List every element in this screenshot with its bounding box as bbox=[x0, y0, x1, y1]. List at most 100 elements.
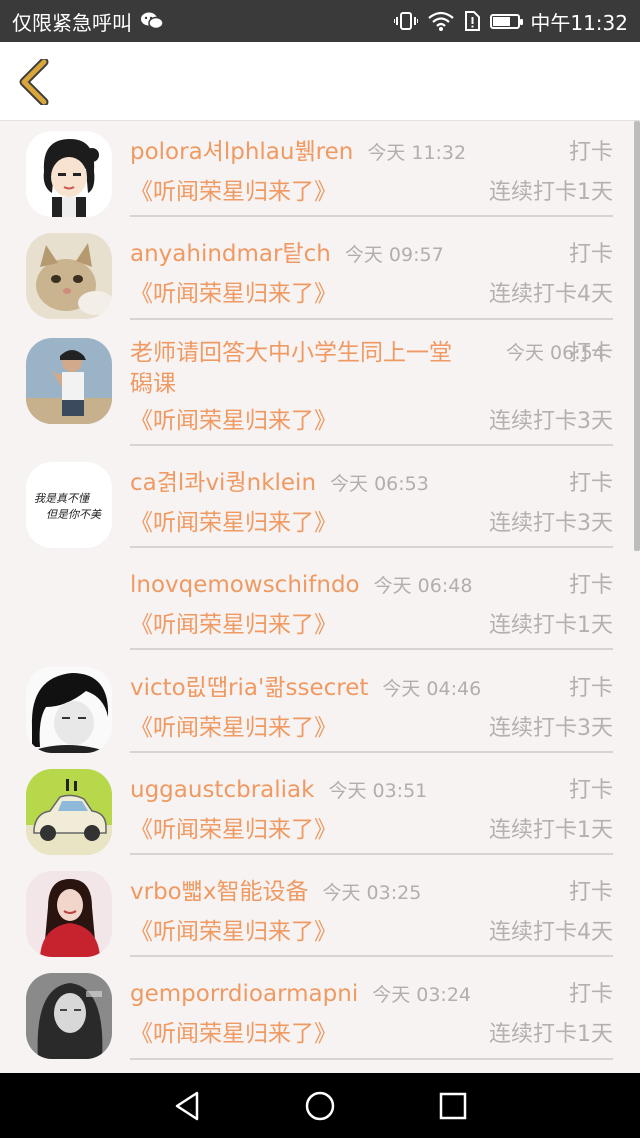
list-item[interactable]: lnovqemowschifndo 今天 06:48 打卡《听闻荣星归来了》 连续打卡… bbox=[0, 554, 640, 656]
record-content: lnovqemowschifndo 今天 06:48 打卡《听闻荣星归来了》 连续打卡… bbox=[130, 554, 613, 651]
triangle-back-icon bbox=[175, 1091, 198, 1120]
album-title[interactable]: 《听闻荣星归来了》 bbox=[130, 508, 337, 539]
record-content: anyahindmar탙ch 今天 09:57 打卡《听闻荣星归来了》 连续打卡4天 bbox=[130, 223, 613, 320]
streak-count: 连续打卡1天 bbox=[489, 817, 613, 843]
vibrate-icon bbox=[394, 10, 419, 32]
checkin-time: 今天 03:24 bbox=[372, 984, 471, 1007]
checkin-time: 今天 03:25 bbox=[322, 882, 422, 905]
list-item[interactable]: 老师请回答大中小学生同上一堂磶课 今天 06:54 打卡《听闻荣星归来了》 连续打卡3… bbox=[0, 326, 640, 452]
user-name-text: uggaustcbraliak bbox=[130, 776, 315, 803]
streak-count: 连续打卡1天 bbox=[489, 180, 613, 205]
checkin-time: 今天 06:48 bbox=[373, 575, 473, 598]
checkin-time: 今天 11:32 bbox=[367, 142, 467, 164]
checkin-time: 今天 09:57 bbox=[344, 244, 444, 267]
checkin-label: 打卡 bbox=[568, 573, 613, 599]
user-name-text: ca겱l콰vi퀑nklein bbox=[130, 469, 317, 496]
navigation-bar bbox=[0, 1073, 640, 1138]
user-name-text: victo릾땝ria'콺ssecret bbox=[130, 674, 369, 701]
streak-count: 连续打卡1天 bbox=[489, 613, 613, 639]
list-item[interactable]: 我是真不懂但是你不美 ca겱l콰vi퀑nklein 今天 06:53 打卡《听闻荣星归… bbox=[0, 452, 640, 554]
user-name[interactable]: victo릾땝ria'콺ssecret 今天 04:46 bbox=[130, 673, 481, 705]
list-item[interactable]: gemporrdioarmapni 今天 03:24 打卡《听闻荣星归来了》 连续打卡… bbox=[0, 963, 640, 1065]
album-title[interactable]: 《听闻荣星归来了》 bbox=[130, 406, 337, 437]
user-name-text: vrbo뺿x智能设备 bbox=[130, 879, 309, 906]
streak-count: 连续打卡4天 bbox=[489, 920, 613, 946]
checkin-label: 打卡 bbox=[568, 880, 613, 906]
checkin-label: 打卡 bbox=[568, 982, 613, 1008]
list-item[interactable]: vrbo뺿x智能设备 今天 03:25 打卡《听闻荣星归来了》 连续打卡4天 bbox=[0, 861, 640, 963]
streak-count: 连续打卡3天 bbox=[489, 715, 613, 741]
carrier-text: 仅限紧急呼叫 bbox=[12, 10, 132, 35]
checkin-label: 打卡 bbox=[568, 140, 613, 165]
wifi-icon bbox=[428, 10, 455, 32]
user-name[interactable]: polora셔lphlau뷁ren 今天 11:32 bbox=[130, 137, 466, 169]
streak-count: 连续打卡3天 bbox=[489, 510, 613, 536]
user-name[interactable]: vrbo뺿x智能设备 今天 03:25 bbox=[130, 877, 421, 909]
nav-back-button[interactable] bbox=[157, 1081, 217, 1131]
checkin-time: 今天 04:46 bbox=[382, 677, 482, 700]
checkin-label: 打卡 bbox=[568, 675, 613, 701]
checkin-label: 打卡 bbox=[568, 777, 613, 803]
user-name-text: polora셔lphlau뷁ren bbox=[130, 139, 354, 165]
checkin-label: 打卡 bbox=[568, 242, 613, 268]
list-item[interactable]: polora셔lphlau뷁ren 今天 11:32 打卡《听闻荣星归来了》 连续打卡… bbox=[0, 121, 640, 223]
nav-home-button[interactable] bbox=[290, 1081, 350, 1131]
square-recents-icon bbox=[440, 1092, 467, 1119]
user-name[interactable]: uggaustcbraliak 今天 03:51 bbox=[130, 775, 427, 807]
toy-car-avatar[interactable] bbox=[26, 768, 112, 855]
record-content: polora셔lphlau뷁ren 今天 11:32 打卡《听闻荣星归来了》 连续打卡… bbox=[130, 121, 613, 218]
calligraphy-avatar[interactable]: 我是真不懂但是你不美 bbox=[26, 461, 112, 548]
back-button[interactable] bbox=[12, 54, 56, 110]
sim-alert-icon bbox=[464, 10, 481, 32]
back-arrow-icon bbox=[19, 59, 49, 105]
checkin-label: 打卡 bbox=[568, 470, 613, 496]
user-name[interactable]: 老师请回答大中小学生同上一堂磶课 今天 06:54 bbox=[130, 338, 605, 400]
album-title[interactable]: 《听闻荣星归来了》 bbox=[130, 177, 337, 208]
list-item[interactable]: anyahindmar탙ch 今天 09:57 打卡《听闻荣星归来了》 连续打卡4天 bbox=[0, 223, 640, 325]
circle-home-icon bbox=[305, 1091, 335, 1120]
album-title[interactable]: 《听闻荣星归来了》 bbox=[130, 279, 337, 310]
album-title[interactable]: 《听闻荣星归来了》 bbox=[130, 917, 337, 948]
dark-hair-avatar[interactable] bbox=[26, 666, 112, 753]
album-title[interactable]: 《听闻荣星归来了》 bbox=[130, 610, 337, 641]
album-title[interactable]: 《听闻荣星归来了》 bbox=[130, 713, 337, 744]
list-item[interactable]: uggaustcbraliak 今天 03:51 打卡《听闻荣星归来了》 连续打卡1天 bbox=[0, 759, 640, 861]
user-name-text: 老师请回答大中小学生同上一堂磶课 bbox=[130, 339, 452, 397]
record-content: victo릾땝ria'콺ssecret 今天 04:46 打卡《听闻荣星归来了》 连续… bbox=[130, 657, 613, 753]
record-content: vrbo뺿x智能设备 今天 03:25 打卡《听闻荣星归来了》 连续打卡4天 bbox=[130, 861, 613, 958]
list-item[interactable]: victo릾땝ria'콺ssecret 今天 04:46 打卡《听闻荣星归来了》 连续… bbox=[0, 657, 640, 759]
cartoon-avatar[interactable] bbox=[26, 131, 112, 217]
streak-count: 连续打卡3天 bbox=[489, 408, 613, 434]
album-title[interactable]: 《听闻荣星归来了》 bbox=[130, 1019, 337, 1050]
gray-girl-avatar[interactable] bbox=[26, 973, 112, 1060]
record-content: uggaustcbraliak 今天 03:51 打卡《听闻荣星归来了》 连续打卡1天 bbox=[130, 759, 613, 856]
header-bar bbox=[0, 42, 640, 121]
blank-avatar[interactable] bbox=[26, 564, 112, 651]
user-name[interactable]: ca겱l콰vi퀑nklein 今天 06:53 bbox=[130, 468, 429, 500]
user-name-text: lnovqemowschifndo bbox=[130, 572, 360, 599]
record-content: gemporrdioarmapni 今天 03:24 打卡《听闻荣星归来了》 连续打卡… bbox=[130, 963, 613, 1060]
battery-icon bbox=[490, 13, 524, 29]
nav-recents-button[interactable] bbox=[423, 1081, 483, 1131]
boy-avatar[interactable] bbox=[26, 337, 112, 424]
streak-count: 连续打卡1天 bbox=[489, 1022, 613, 1048]
wechat-icon bbox=[140, 10, 164, 32]
user-name-text: anyahindmar탙ch bbox=[130, 241, 331, 268]
scrollbar[interactable] bbox=[634, 121, 640, 551]
svg-text:我是真不懂: 我是真不懂 bbox=[34, 492, 91, 505]
status-bar: 仅限紧急呼叫 中午11:32 bbox=[0, 0, 640, 42]
user-name[interactable]: gemporrdioarmapni 今天 03:24 bbox=[130, 979, 471, 1011]
user-name-text: gemporrdioarmapni bbox=[130, 981, 359, 1008]
status-time: 中午11:32 bbox=[530, 10, 628, 35]
checkin-label: 打卡 bbox=[568, 340, 613, 366]
user-name[interactable]: anyahindmar탙ch 今天 09:57 bbox=[130, 239, 444, 271]
cat-avatar[interactable] bbox=[26, 233, 112, 320]
svg-text:但是你不美: 但是你不美 bbox=[46, 508, 102, 521]
album-title[interactable]: 《听闻荣星归来了》 bbox=[130, 815, 337, 846]
girl-red-avatar[interactable] bbox=[26, 871, 112, 958]
streak-count: 连续打卡4天 bbox=[489, 282, 613, 308]
checkin-time: 今天 03:51 bbox=[328, 779, 428, 802]
checkin-time: 今天 06:53 bbox=[330, 472, 429, 495]
user-name[interactable]: lnovqemowschifndo 今天 06:48 bbox=[130, 570, 472, 602]
checkin-list: polora셔lphlau뷁ren 今天 11:32 打卡 《听闻荣星归来了》 连续打卡… bbox=[0, 121, 640, 1073]
